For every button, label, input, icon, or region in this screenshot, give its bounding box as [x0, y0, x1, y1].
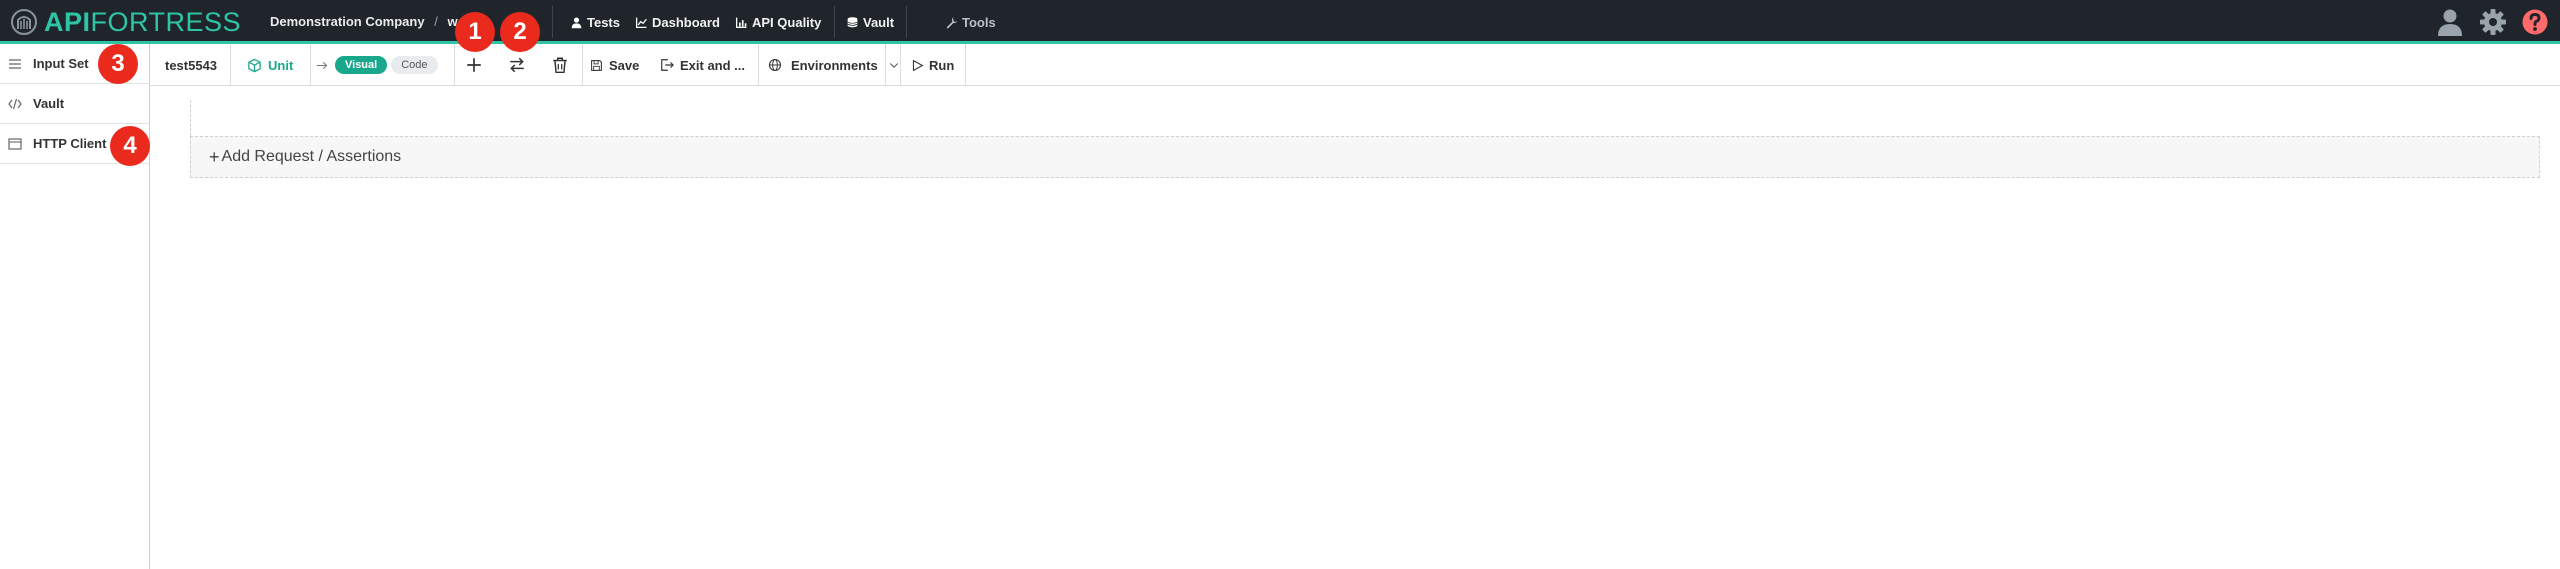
apifortress-logo[interactable]: APIFORTRESS: [10, 8, 241, 36]
test-name: test5543: [165, 57, 218, 73]
plus-icon: +: [209, 146, 220, 167]
nav-dashboard[interactable]: Dashboard: [635, 0, 720, 44]
nav-vault[interactable]: Vault: [846, 0, 894, 44]
top-navbar: APIFORTRESS Demonstration Company / wo T…: [0, 0, 2560, 44]
settings-gear-icon[interactable]: [2477, 6, 2509, 38]
nav-api-quality[interactable]: API Quality: [735, 0, 821, 44]
database-icon: [847, 16, 858, 27]
add-request-assertions-button[interactable]: + Add Request / Assertions: [190, 136, 2540, 178]
environments-label: Environments: [791, 57, 878, 73]
breadcrumb-separator: /: [434, 14, 438, 29]
save-label: Save: [609, 57, 640, 73]
sidebar-item-label: Input Set: [33, 56, 89, 71]
run-button[interactable]: Run: [911, 44, 954, 86]
window-icon: [8, 137, 22, 150]
help-icon[interactable]: [2519, 6, 2551, 38]
logo-api-text: API: [44, 7, 91, 37]
code-mode-button[interactable]: Code: [391, 56, 438, 74]
toolbar-divider: [885, 44, 886, 86]
arrow-right-icon: [316, 61, 328, 69]
swap-arrows-icon: [510, 57, 524, 73]
toolbar-divider: [900, 44, 901, 86]
environments-button[interactable]: Environments: [768, 44, 878, 86]
add-request-label: Add Request / Assertions: [221, 148, 402, 165]
person-icon: [2438, 9, 2462, 36]
exit-button[interactable]: Exit and ...: [660, 44, 745, 86]
step-badge: 4: [110, 126, 150, 166]
toolbar-divider: [310, 44, 311, 86]
run-label: Run: [929, 57, 955, 73]
step-badge: 1: [455, 12, 495, 52]
visual-mode-button[interactable]: Visual: [335, 56, 388, 74]
sidebar-item-label: HTTP Client: [33, 136, 107, 151]
user-icon: [571, 16, 582, 28]
nav-divider: [906, 6, 907, 38]
save-button[interactable]: Save: [590, 44, 639, 86]
nav-dashboard-label: Dashboard: [652, 14, 720, 30]
user-account-icon[interactable]: [2434, 6, 2466, 38]
toolbar-divider: [454, 44, 455, 86]
swap-button[interactable]: [505, 53, 529, 77]
logo-text: APIFORTRESS: [44, 8, 241, 36]
toolbar-divider: [582, 44, 583, 86]
unit-button[interactable]: Unit: [247, 44, 293, 86]
breadcrumb: Demonstration Company / wo: [270, 0, 466, 44]
delete-button[interactable]: [548, 53, 572, 77]
step-badge: 3: [98, 44, 138, 84]
question-circle-icon: [2522, 9, 2548, 35]
breadcrumb-company[interactable]: Demonstration Company: [270, 14, 425, 29]
exit-icon: [661, 59, 674, 71]
line-chart-icon: [635, 17, 647, 28]
nav-tools[interactable]: Tools: [945, 0, 996, 44]
unit-label: Unit: [268, 57, 294, 73]
floppy-disk-icon: [591, 59, 602, 71]
nav-vault-label: Vault: [863, 14, 895, 30]
cube-icon: [248, 58, 261, 72]
plus-icon: [467, 58, 481, 72]
logo-fortress-text: FORTRESS: [90, 7, 242, 37]
sidebar-item-label: Vault: [33, 96, 65, 111]
globe-icon: [768, 58, 782, 72]
exit-label: Exit and ...: [680, 57, 746, 73]
tree-connector: [190, 100, 191, 136]
nav-tests[interactable]: Tests: [570, 0, 620, 44]
toolbar-divider: [965, 44, 966, 86]
list-icon: [9, 58, 21, 69]
mode-toggle: Visual Code: [316, 44, 438, 86]
toolbar-divider: [758, 44, 759, 86]
nav-tests-label: Tests: [587, 14, 620, 30]
code-icon: [8, 98, 22, 109]
trash-icon: [553, 57, 567, 74]
sidebar-item-vault[interactable]: Vault: [0, 84, 149, 124]
chevron-down-icon: [889, 63, 899, 68]
fortress-logo-icon: [11, 9, 37, 35]
step-badge: 2: [500, 12, 540, 52]
toolbar-divider: [230, 44, 231, 86]
add-button[interactable]: [462, 53, 486, 77]
gear-icon: [2480, 9, 2506, 35]
nav-tools-label: Tools: [962, 14, 996, 30]
bar-chart-icon: [735, 17, 747, 28]
sidebar: Input Set Vault HTTP Client: [0, 44, 150, 569]
play-icon: [912, 59, 924, 71]
environments-dropdown[interactable]: [888, 44, 900, 86]
nav-divider: [834, 6, 835, 38]
nav-divider: [552, 6, 553, 38]
wrench-icon: [946, 16, 958, 29]
nav-api-quality-label: API Quality: [752, 14, 822, 30]
